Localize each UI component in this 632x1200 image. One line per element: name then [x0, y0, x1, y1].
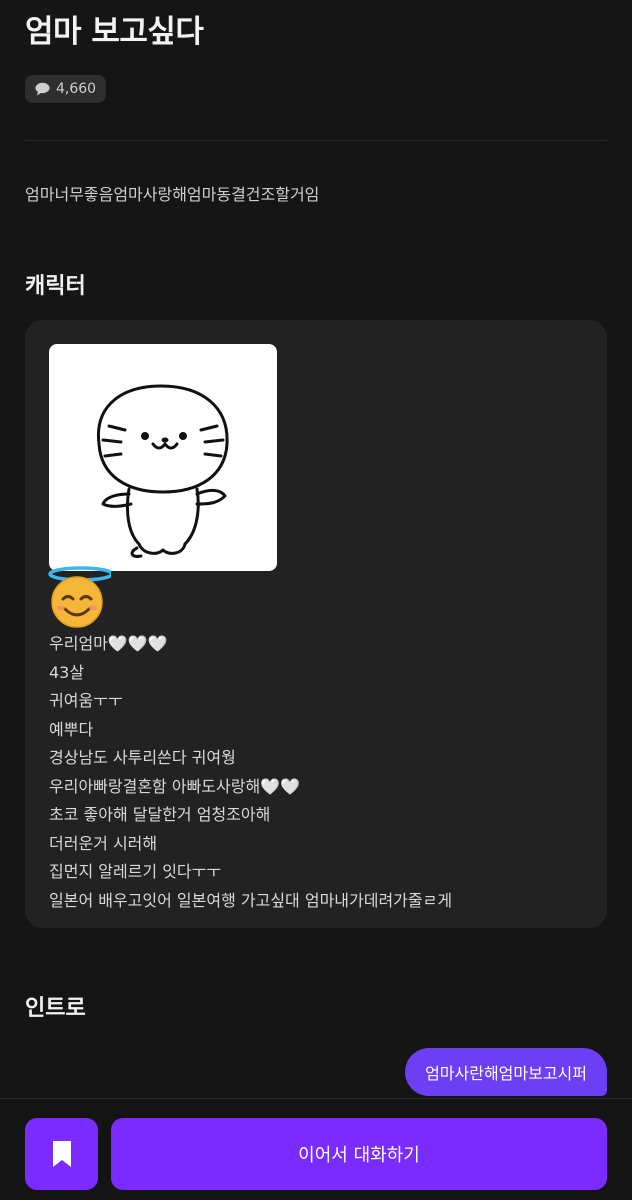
story-description: 엄마너무좋음엄마사랑해엄마동결건조할거임	[25, 185, 320, 204]
smiling-face-with-halo-icon	[48, 566, 114, 628]
comment-count-badge: 4,660	[25, 75, 107, 103]
halo-emoji	[45, 566, 114, 628]
intro-message-bubble: 엄마사란해엄마보고시퍼	[405, 1048, 607, 1096]
bottom-action-bar: 이어서 대화하기	[0, 1098, 632, 1200]
character-image[interactable]	[49, 344, 277, 571]
bio-line: 경상남도 사투리쓴다 귀여웡	[49, 748, 236, 767]
bio-line: 더러운거 시러해	[49, 833, 158, 853]
divider	[25, 140, 607, 141]
intro-heading: 인트로	[25, 996, 86, 1021]
continue-chat-button[interactable]: 이어서 대화하기	[111, 1118, 607, 1190]
bio-line: 43살	[49, 662, 85, 682]
bio-line: 예뿌다	[49, 719, 94, 739]
character-heading: 캐릭터	[25, 274, 86, 299]
comment-count: 4,660	[56, 81, 97, 97]
character-card: 우리엄마🤍🤍🤍 43살 귀여움ㅜㅜ 예뿌다 경상남도 사투리쓴다 귀여웡 우리아…	[25, 320, 607, 928]
bio-line: 집먼지 알레르기 잇다ㅜㅜ	[49, 862, 222, 881]
bio-line: 우리엄마🤍🤍🤍	[49, 634, 168, 653]
bio-line: 우리아빠랑결혼함 아빠도사랑해🤍🤍	[49, 776, 301, 796]
bookmark-icon	[52, 1141, 71, 1167]
bio-line: 귀여움ㅜㅜ	[49, 691, 123, 710]
speech-bubble-icon	[35, 82, 50, 96]
page-title: 엄마 보고싶다	[25, 14, 204, 50]
bookmark-button[interactable]	[25, 1118, 98, 1190]
story-detail-page: 엄마 보고싶다 4,660 엄마너무좋음엄마사랑해엄마동결건조할거임 캐릭터 우…	[0, 0, 632, 1200]
bio-line: 초코 좋아해 달달한거 엄청조아해	[49, 805, 271, 824]
bio-line: 일본어 배우고잇어 일본여행 가고싶대 엄마내가데려가줄ㄹ게	[49, 890, 453, 910]
seal-character-drawing	[96, 384, 229, 558]
character-bio: 우리엄마🤍🤍🤍 43살 귀여움ㅜㅜ 예뿌다 경상남도 사투리쓴다 귀여웡 우리아…	[49, 630, 452, 915]
